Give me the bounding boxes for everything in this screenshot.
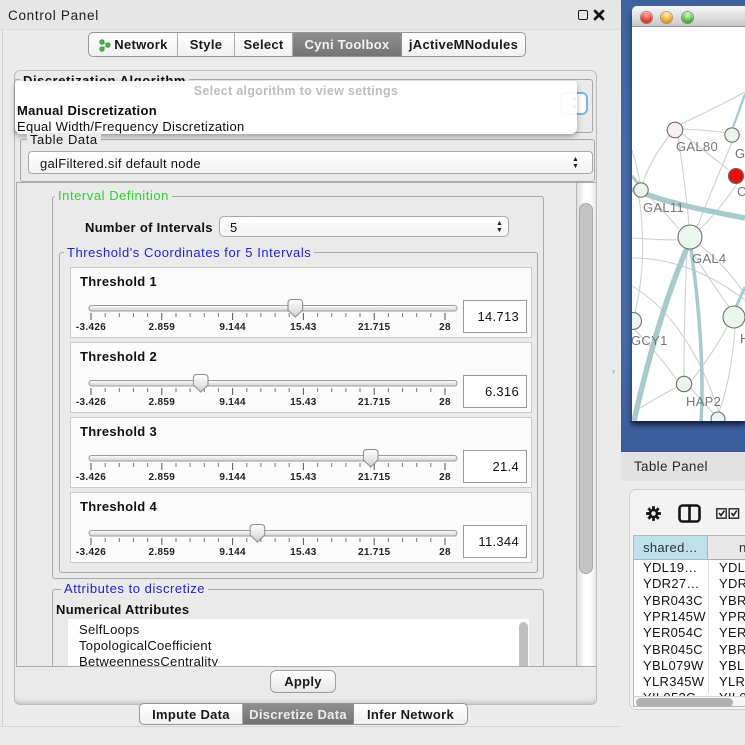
svg-text:15.43: 15.43 bbox=[290, 472, 317, 483]
svg-text:GAL80: GAL80 bbox=[676, 139, 718, 154]
svg-text:21.715: 21.715 bbox=[358, 397, 391, 408]
svg-text:21.715: 21.715 bbox=[358, 322, 391, 333]
svg-text:2.859: 2.859 bbox=[149, 397, 176, 408]
svg-text:9.144: 9.144 bbox=[219, 397, 246, 408]
svg-text:2.859: 2.859 bbox=[149, 547, 176, 558]
svg-text:-3.426: -3.426 bbox=[76, 472, 106, 483]
svg-text:21.715: 21.715 bbox=[358, 547, 391, 558]
svg-text:9.144: 9.144 bbox=[219, 472, 246, 483]
svg-text:GCY1: GCY1 bbox=[632, 333, 668, 348]
svg-text:9.144: 9.144 bbox=[219, 322, 246, 333]
svg-text:28: 28 bbox=[439, 397, 451, 408]
svg-text:-3.426: -3.426 bbox=[76, 397, 106, 408]
svg-text:GAL11: GAL11 bbox=[643, 200, 684, 215]
svg-text:9.144: 9.144 bbox=[219, 547, 246, 558]
svg-text:28: 28 bbox=[439, 472, 451, 483]
svg-text:15.43: 15.43 bbox=[290, 547, 317, 558]
svg-text:-3.426: -3.426 bbox=[76, 322, 106, 333]
svg-text:28: 28 bbox=[439, 322, 451, 333]
svg-text:GA: GA bbox=[735, 146, 745, 161]
svg-text:21.715: 21.715 bbox=[358, 472, 391, 483]
svg-text:28: 28 bbox=[439, 547, 451, 558]
svg-text:2.859: 2.859 bbox=[149, 322, 176, 333]
svg-text:15.43: 15.43 bbox=[290, 397, 317, 408]
svg-text:H: H bbox=[740, 331, 745, 346]
svg-text:C: C bbox=[737, 184, 745, 199]
svg-text:HAP2: HAP2 bbox=[686, 394, 721, 409]
svg-text:15.43: 15.43 bbox=[290, 322, 317, 333]
svg-text:2.859: 2.859 bbox=[149, 472, 176, 483]
svg-text:-3.426: -3.426 bbox=[76, 547, 106, 558]
svg-text:GAL4: GAL4 bbox=[692, 251, 726, 266]
